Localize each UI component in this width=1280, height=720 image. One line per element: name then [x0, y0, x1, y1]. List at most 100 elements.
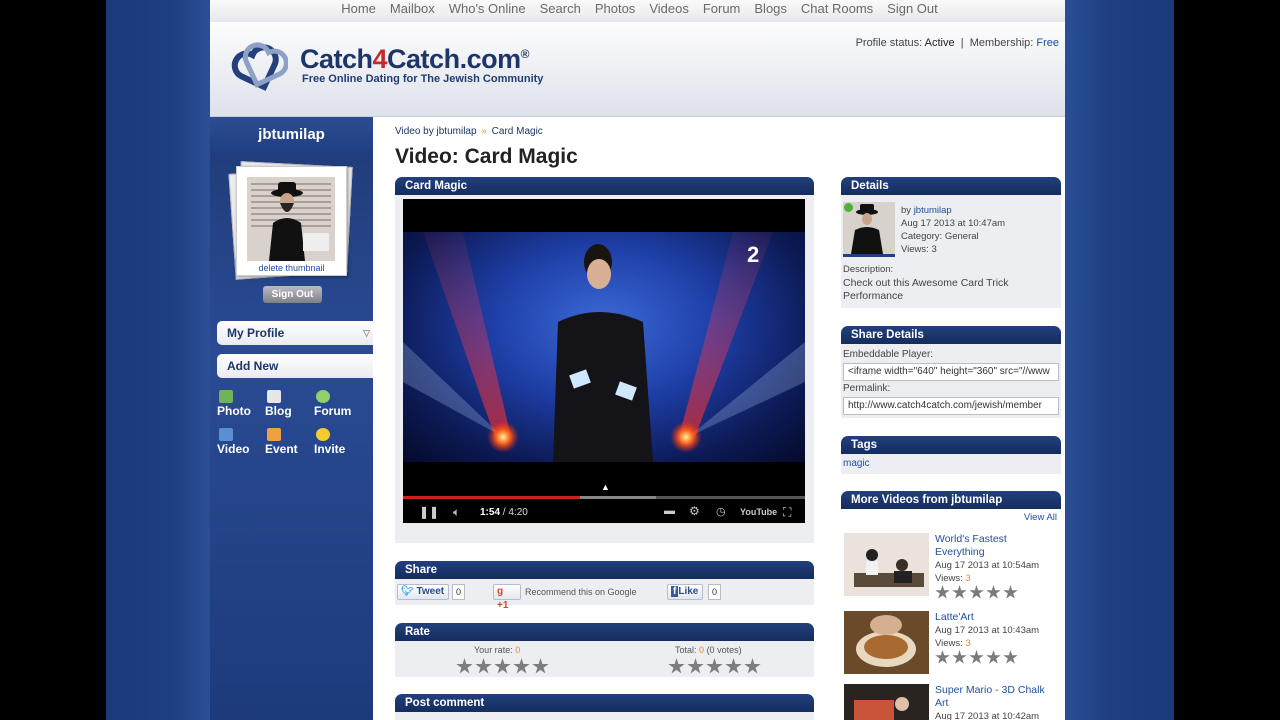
captions-icon[interactable]: ▬: [664, 505, 675, 517]
sidebar-sign-out-button[interactable]: Sign Out: [263, 286, 322, 303]
more-videos-header: More Videos from jbtumilap: [841, 491, 1061, 509]
more-video-date: Aug 17 2013 at 10:42am: [935, 711, 1040, 720]
volume-icon[interactable]: 🔈︎: [453, 505, 460, 520]
nav-sign-out[interactable]: Sign Out: [887, 1, 938, 16]
more-video-title[interactable]: Super Mario - 3D Chalk Art: [935, 684, 1055, 710]
brand[interactable]: Catch4Catch.com® Free Online Dating for …: [300, 44, 543, 85]
star-icon: [986, 585, 1001, 599]
my-profile-menu[interactable]: My Profile ▽: [217, 321, 373, 345]
star-icon: [687, 658, 704, 674]
facebook-like-button[interactable]: f Like: [667, 584, 703, 600]
more-video-date: Aug 17 2013 at 10:43am: [935, 625, 1040, 636]
your-rate-stars[interactable]: [456, 658, 551, 674]
nav-search[interactable]: Search: [540, 1, 581, 16]
forum-icon: [316, 390, 330, 403]
top-nav: Home Mailbox Who's Online Search Photos Video…: [210, 0, 1065, 22]
star-icon[interactable]: [494, 658, 511, 674]
nav-forum[interactable]: Forum: [703, 1, 741, 16]
nav-blogs[interactable]: Blogs: [754, 1, 787, 16]
share-details-panel: Embeddable Player: <iframe width="640" h…: [841, 344, 1061, 418]
add-video[interactable]: Video: [217, 428, 267, 456]
share-details-header: Share Details: [841, 326, 1061, 344]
more-videos-panel: View All World's Fastest Everything Aug …: [841, 509, 1061, 720]
avatar: [247, 177, 335, 261]
add-new-menu[interactable]: Add New: [217, 354, 373, 378]
list-item[interactable]: Super Mario - 3D Chalk Art Aug 17 2013 a…: [841, 680, 1061, 720]
details-header: Details: [841, 177, 1061, 195]
delete-thumbnail-link[interactable]: delete thumbnail: [237, 263, 346, 273]
watch-later-icon[interactable]: ◷: [716, 505, 726, 518]
star-icon: [952, 650, 967, 664]
hearts-logo-icon[interactable]: [228, 38, 288, 96]
more-video-views: Views: 3: [935, 573, 971, 584]
share-panel: 🐦︎ Tweet 0 g +1 Recommend this on Google…: [395, 579, 814, 611]
nav-photos[interactable]: Photos: [595, 1, 635, 16]
gear-icon[interactable]: ⚙: [689, 504, 700, 518]
list-item[interactable]: World's Fastest Everything Aug 17 2013 a…: [841, 529, 1061, 604]
star-icon[interactable]: [532, 658, 549, 674]
nav-mailbox[interactable]: Mailbox: [390, 1, 435, 16]
tags-panel: magic: [841, 454, 1061, 474]
add-event[interactable]: Event: [265, 428, 315, 456]
nav-whos-online[interactable]: Who's Online: [449, 1, 526, 16]
permalink-label: Permalink:: [843, 383, 891, 394]
details-user-link[interactable]: jbtumilap: [914, 205, 952, 216]
add-photo[interactable]: Photo: [217, 390, 267, 418]
tweet-button[interactable]: 🐦︎ Tweet: [397, 584, 449, 600]
star-icon[interactable]: [475, 658, 492, 674]
membership-value[interactable]: Free: [1036, 37, 1059, 49]
more-video-stars: [935, 585, 1020, 600]
embed-field[interactable]: <iframe width="640" height="360" src="//…: [843, 363, 1059, 381]
profile-photo[interactable]: delete thumbnail: [236, 166, 347, 276]
tag-link[interactable]: magic: [843, 458, 870, 469]
video-thumbnail[interactable]: [844, 611, 929, 674]
youtube-logo-icon[interactable]: YouTube: [740, 507, 777, 517]
star-icon[interactable]: [456, 658, 473, 674]
my-profile-label: My Profile: [227, 326, 285, 340]
site-header: Catch4Catch.com® Free Online Dating for …: [210, 22, 1065, 117]
post-comment-panel: [395, 712, 814, 720]
brand-tagline: Free Online Dating for The Jewish Commun…: [302, 73, 544, 85]
nav-chat-rooms[interactable]: Chat Rooms: [801, 1, 873, 16]
video-thumbnail[interactable]: [844, 533, 929, 596]
progress-played: [403, 496, 580, 499]
twitter-icon: 🐦︎: [401, 586, 414, 597]
list-item[interactable]: Latte'Art Aug 17 2013 at 10:43am Views: …: [841, 607, 1061, 682]
add-invite[interactable]: Invite: [314, 428, 364, 456]
fullscreen-icon[interactable]: ⛶: [783, 505, 791, 520]
view-all-link[interactable]: View All: [1024, 512, 1057, 523]
time-display: 1:54 / 4:20: [480, 507, 528, 518]
smiley-icon: [316, 428, 330, 441]
progress-bar[interactable]: [403, 496, 805, 499]
more-video-title[interactable]: Latte'Art: [935, 611, 1055, 624]
chevron-up-icon[interactable]: ▲: [601, 482, 610, 492]
star-icon: [744, 658, 761, 674]
add-new-label: Add New: [227, 359, 279, 373]
video-panel-header: Card Magic: [395, 177, 814, 195]
online-status-icon: [844, 203, 853, 212]
pause-icon[interactable]: ❚❚: [419, 505, 439, 519]
breadcrumb-parent[interactable]: Video by jbtumilap: [395, 126, 477, 137]
star-icon: [706, 658, 723, 674]
embed-label: Embeddable Player:: [843, 349, 934, 360]
channel-logo: 2: [747, 242, 759, 267]
video-player[interactable]: 2 ▲ ❚❚ 🔈︎ 1:54 / 4:20 ▬ ⚙ ◷ YouTube ⛶: [403, 199, 805, 523]
rate-panel: Your rate: 0 Total: 0 (0 votes): [395, 641, 814, 677]
description-label: Description:: [843, 264, 894, 275]
video-thumbnail[interactable]: [844, 684, 929, 720]
total-rate-stars: [668, 658, 763, 674]
blog-icon: [267, 390, 281, 403]
chevron-down-icon: ▽: [363, 328, 370, 338]
star-icon: [969, 585, 984, 599]
add-blog[interactable]: Blog: [265, 390, 315, 418]
nav-home[interactable]: Home: [341, 1, 376, 16]
star-icon[interactable]: [513, 658, 530, 674]
google-plus-one-button[interactable]: g +1: [493, 584, 521, 611]
star-icon: [986, 650, 1001, 664]
star-icon: [935, 650, 950, 664]
nav-videos[interactable]: Videos: [649, 1, 689, 16]
permalink-field[interactable]: http://www.catch4catch.com/jewish/member: [843, 397, 1059, 415]
more-video-title[interactable]: World's Fastest Everything: [935, 533, 1055, 559]
add-forum[interactable]: Forum: [314, 390, 364, 418]
breadcrumb: Video by jbtumilap » Card Magic: [395, 126, 543, 137]
